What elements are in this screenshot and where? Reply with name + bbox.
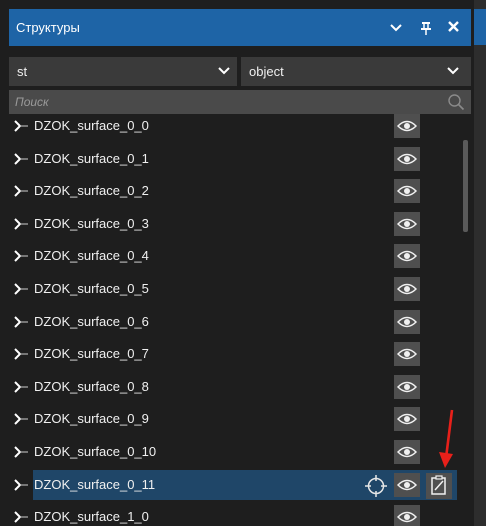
filter-dropdown-left[interactable]: st [9,57,237,86]
structures-panel: Структуры st object Поиск DZOK_surface_0… [0,0,486,526]
expand-arrow-icon[interactable] [14,120,28,132]
expand-arrow-icon[interactable] [14,185,28,197]
annotation-arrow [439,409,454,468]
eye-icon [397,479,417,490]
search-input[interactable]: Поиск [9,90,471,114]
expand-arrow-icon[interactable] [14,283,28,295]
eye-icon [397,381,417,393]
eye-icon [397,120,417,132]
expand-arrow-icon[interactable] [14,478,28,491]
visibility-toggle-button[interactable] [394,309,420,334]
tree-item-label: DZOK_surface_0_1 [34,150,149,166]
edit-document-icon [431,474,446,495]
visibility-toggle-button[interactable] [394,146,420,171]
tree-item-label: DZOK_surface_0_11 [34,476,156,492]
tree-scrollbar-thumb[interactable] [463,140,468,232]
tree-item-label: DZOK_surface_0_6 [34,313,149,329]
expand-arrow-icon[interactable] [14,511,28,523]
pin-button[interactable] [413,14,439,40]
visibility-toggle-button[interactable] [394,440,420,464]
filter-right-value: object [249,64,284,79]
expand-arrow-icon[interactable] [14,315,28,328]
eye-icon [397,185,417,197]
search-placeholder: Поиск [15,95,49,109]
eye-icon [397,511,417,523]
tree-row[interactable]: DZOK_surface_0_4 [0,240,470,272]
eye-icon [397,218,417,230]
tree-item-label: DZOK_surface_0_5 [34,281,149,296]
eye-icon [397,446,417,458]
expand-arrow-icon[interactable] [14,381,28,393]
close-button[interactable] [441,14,467,40]
tree-row[interactable]: DZOK_surface_0_5 [0,273,470,305]
tree-row[interactable]: DZOK_surface_0_7 [0,338,470,370]
expand-arrow-icon[interactable] [14,446,28,458]
expand-arrow-icon[interactable] [14,218,28,230]
tree-item-label: DZOK_surface_0_8 [34,378,149,394]
visibility-toggle-button[interactable] [394,505,420,526]
visibility-toggle-button[interactable] [394,277,420,301]
adjacent-panel-header [474,9,486,45]
chevron-down-icon [447,67,459,75]
eye-icon [397,283,417,295]
structure-tree: DZOK_surface_0_0 DZOK_surface_0_1 DZOK_sur… [0,114,486,526]
visibility-toggle-button[interactable] [394,244,420,269]
eye-icon [397,414,417,425]
chevron-down-icon [390,24,402,32]
filter-left-value: st [17,64,28,79]
tree-row[interactable]: DZOK_surface_0_6 [0,306,470,338]
expand-arrow-icon[interactable] [14,250,28,263]
eye-icon [397,348,417,360]
tree-row[interactable]: DZOK_surface_1_0 [0,501,470,526]
visibility-toggle-button[interactable] [394,407,420,432]
eye-icon [397,153,417,164]
pin-icon [421,22,431,35]
tree-item-label: DZOK_surface_0_9 [34,411,149,427]
visibility-toggle-button[interactable] [394,114,420,138]
tree-row[interactable]: DZOK_surface_0_8 [0,371,470,403]
chevron-down-icon [218,67,230,75]
panel-titlebar: Структуры [9,9,471,46]
search-icon [448,94,465,111]
close-icon [448,21,459,32]
visibility-toggle-button[interactable] [394,179,420,204]
tree-row[interactable]: DZOK_surface_0_10 [0,436,470,468]
panel-title: Структуры [16,20,80,35]
panel-menu-button[interactable] [383,14,409,40]
tree-item-label: DZOK_surface_0_10 [34,444,157,459]
visibility-toggle-button[interactable] [394,472,420,497]
tree-item-label: DZOK_surface_0_2 [34,183,149,199]
eye-icon [397,251,417,262]
visibility-toggle-button[interactable] [394,342,420,367]
visibility-toggle-button[interactable] [394,374,420,399]
expand-arrow-icon[interactable] [14,348,28,360]
focus-button[interactable] [364,474,388,498]
tree-item-label: DZOK_surface_0_3 [34,215,149,231]
tree-item-label: DZOK_surface_0_0 [34,118,149,133]
expand-arrow-icon[interactable] [14,413,28,426]
tree-row[interactable]: DZOK_surface_0_11 [0,469,470,501]
tree-item-label: DZOK_surface_1_0 [34,509,149,525]
tree-item-label: DZOK_surface_0_7 [34,346,149,362]
target-icon [365,474,387,497]
tree-row[interactable]: DZOK_surface_0_9 [0,403,470,435]
tree-item-label: DZOK_surface_0_4 [34,248,149,264]
filter-dropdown-right[interactable]: object [241,57,471,86]
tree-row[interactable]: DZOK_surface_0_0 [0,114,470,142]
expand-arrow-icon[interactable] [14,152,28,165]
visibility-toggle-button[interactable] [394,211,420,236]
tree-row[interactable]: DZOK_surface_0_3 [0,208,470,240]
eye-icon [397,316,417,327]
tree-row[interactable]: DZOK_surface_0_2 [0,175,470,207]
tree-row[interactable]: DZOK_surface_0_1 [0,143,470,175]
edit-button[interactable] [426,472,452,499]
